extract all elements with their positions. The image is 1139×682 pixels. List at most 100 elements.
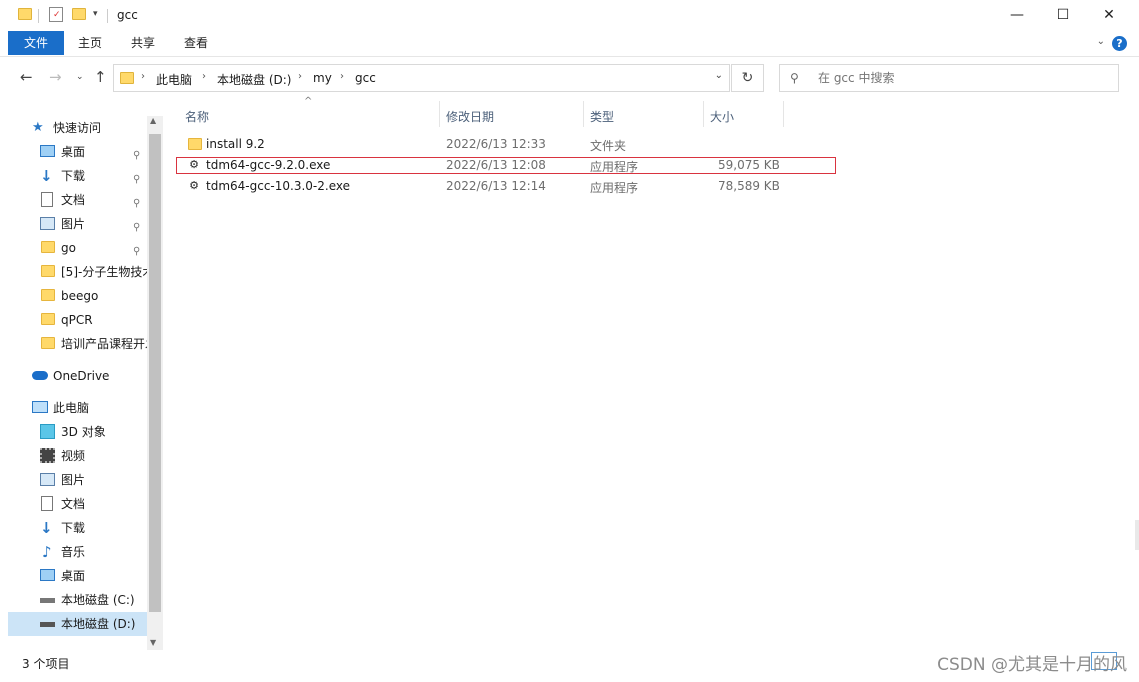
desktop-icon — [40, 145, 55, 157]
up-arrow-icon[interactable]: ↑ — [94, 68, 107, 86]
scroll-up-icon[interactable]: ▲ — [150, 116, 156, 125]
3d-objects-icon — [40, 424, 55, 439]
sidebar-item-drive-d[interactable]: 本地磁盘 (D:) — [40, 613, 147, 635]
column-divider[interactable] — [583, 101, 584, 127]
sidebar-item-qpcr[interactable]: qPCR — [40, 309, 147, 331]
sidebar-item-molecular-biology[interactable]: [5]-分子生物技术 — [40, 261, 147, 283]
forward-arrow-icon[interactable]: → — [49, 68, 62, 86]
chevron-down-icon[interactable]: ⌄ — [715, 70, 723, 81]
refresh-button[interactable]: ↻ — [731, 64, 764, 92]
properties-icon[interactable]: ✓ — [49, 7, 63, 22]
scroll-down-icon[interactable]: ▼ — [150, 638, 156, 647]
tab-home[interactable]: 主页 — [70, 31, 110, 55]
sidebar-item-drive-c[interactable]: 本地磁盘 (C:) — [40, 589, 147, 611]
search-box[interactable]: ⚲ — [779, 64, 1119, 92]
chevron-right-icon[interactable]: › — [298, 71, 302, 82]
sort-ascending-icon: ^ — [304, 96, 313, 107]
chevron-right-icon[interactable]: › — [340, 71, 344, 82]
document-icon — [41, 496, 53, 511]
search-icon: ⚲ — [790, 71, 799, 85]
explorer-window: ✓ ▾ gcc — ☐ ✕ 文件 主页 共享 查看 ⌄ ? ← → ⌄ ↑ › … — [0, 0, 1139, 682]
divider — [38, 9, 39, 23]
sidebar-item-go[interactable]: go ⚲ — [40, 237, 148, 259]
pin-icon[interactable]: ⚲ — [133, 145, 140, 163]
navigation-bar: ← → ⌄ ↑ › 此电脑 › 本地磁盘 (D:) › my › gcc ⌄ ↻… — [0, 58, 1139, 98]
chevron-down-icon[interactable]: ⌄ — [1097, 36, 1105, 47]
pin-icon[interactable]: ⚲ — [133, 217, 140, 235]
file-row[interactable]: ⚙ tdm64-gcc-10.3.0-2.exe 2022/6/13 12:14… — [175, 176, 833, 197]
file-modified: 2022/6/13 12:14 — [446, 179, 546, 193]
new-folder-icon[interactable] — [72, 8, 86, 20]
sidebar-scrollbar-thumb[interactable] — [149, 134, 161, 612]
folder-icon — [188, 138, 202, 150]
sidebar-item-this-pc[interactable]: 此电脑 — [32, 397, 147, 419]
pin-icon[interactable]: ⚲ — [133, 193, 140, 211]
tab-file[interactable]: 文件 — [8, 31, 64, 55]
breadcrumb-drive-d[interactable]: 本地磁盘 (D:) — [217, 71, 291, 88]
column-header-modified[interactable]: 修改日期 — [446, 108, 494, 125]
watermark: CSDN @尤其是十月的风 — [937, 655, 1127, 675]
breadcrumb-this-pc[interactable]: 此电脑 — [156, 71, 192, 88]
window-edge — [1135, 520, 1139, 550]
sidebar-item-pictures-pc[interactable]: 图片 — [40, 469, 147, 491]
column-divider[interactable] — [439, 101, 440, 127]
refresh-icon: ↻ — [741, 70, 754, 86]
column-header-name[interactable]: 名称 — [185, 108, 209, 125]
folder-icon — [41, 313, 55, 325]
maximize-button[interactable]: ☐ — [1040, 0, 1086, 30]
search-input[interactable] — [818, 70, 1098, 86]
pin-icon[interactable]: ⚲ — [133, 169, 140, 187]
column-divider[interactable] — [783, 101, 784, 127]
item-count: 3 个项目 — [22, 657, 70, 671]
sidebar-item-documents-pc[interactable]: 文档 — [40, 493, 147, 515]
customize-toolbar-icon[interactable]: ▾ — [93, 9, 98, 19]
title-bar: ✓ ▾ gcc — ☐ ✕ — [0, 0, 1139, 32]
sidebar-item-quick-access[interactable]: ★ 快速访问 — [32, 117, 147, 139]
star-icon: ★ — [32, 120, 44, 135]
navigation-pane: ★ 快速访问 桌面 ⚲ ↓ 下载 ⚲ 文档 ⚲ 图片 ⚲ go ⚲ [5]-分子… — [0, 98, 164, 650]
help-button[interactable]: ? — [1112, 36, 1127, 51]
sidebar-item-pictures[interactable]: 图片 ⚲ — [40, 213, 148, 235]
file-list: ^ 名称 修改日期 类型 大小 install 9.2 2022/6/13 12… — [166, 96, 1139, 650]
folder-icon — [41, 337, 55, 349]
window-title: gcc — [117, 8, 138, 22]
drive-icon — [40, 622, 55, 627]
sidebar-item-beego[interactable]: beego — [40, 285, 147, 307]
chevron-right-icon[interactable]: › — [202, 71, 206, 82]
close-button[interactable]: ✕ — [1086, 0, 1132, 30]
sidebar-item-desktop[interactable]: 桌面 ⚲ — [40, 141, 148, 163]
sidebar-item-training-course[interactable]: 培训产品课程开发 — [40, 333, 147, 355]
address-bar[interactable]: › 此电脑 › 本地磁盘 (D:) › my › gcc ⌄ — [113, 64, 730, 92]
file-row[interactable]: install 9.2 2022/6/13 12:33 文件夹 — [175, 134, 833, 155]
drive-icon — [40, 598, 55, 603]
column-divider[interactable] — [703, 101, 704, 127]
picture-icon — [40, 217, 55, 230]
status-bar: 3 个项目 CSDN @尤其是十月的风 — [0, 650, 1139, 682]
column-header-type[interactable]: 类型 — [590, 108, 614, 125]
video-icon — [40, 448, 55, 463]
sidebar-item-desktop-pc[interactable]: 桌面 — [40, 565, 147, 587]
tab-share[interactable]: 共享 — [123, 31, 163, 55]
sidebar-item-3d-objects[interactable]: 3D 对象 — [40, 421, 147, 443]
minimize-button[interactable]: — — [994, 0, 1040, 30]
sidebar-item-onedrive[interactable]: OneDrive — [32, 365, 147, 387]
sidebar-item-music[interactable]: ♪ 音乐 — [40, 541, 147, 563]
sidebar-item-downloads[interactable]: ↓ 下载 ⚲ — [40, 165, 148, 187]
sidebar-item-videos[interactable]: 视频 — [40, 445, 147, 467]
exe-icon: ⚙ — [189, 179, 199, 192]
tab-view[interactable]: 查看 — [176, 31, 216, 55]
chevron-right-icon[interactable]: › — [141, 71, 145, 82]
picture-icon — [40, 473, 55, 486]
recent-locations-icon[interactable]: ⌄ — [76, 72, 84, 82]
file-name: tdm64-gcc-10.3.0-2.exe — [206, 179, 350, 193]
sidebar-item-downloads-pc[interactable]: ↓ 下载 — [40, 517, 147, 539]
sidebar-item-documents[interactable]: 文档 ⚲ — [40, 189, 148, 211]
breadcrumb-gcc[interactable]: gcc — [355, 71, 376, 85]
desktop-icon — [40, 569, 55, 581]
folder-icon — [41, 289, 55, 301]
pin-icon[interactable]: ⚲ — [133, 241, 140, 259]
breadcrumb-my[interactable]: my — [313, 71, 332, 85]
column-header-size[interactable]: 大小 — [710, 108, 734, 125]
download-icon: ↓ — [40, 167, 53, 185]
back-arrow-icon[interactable]: ← — [20, 68, 33, 86]
